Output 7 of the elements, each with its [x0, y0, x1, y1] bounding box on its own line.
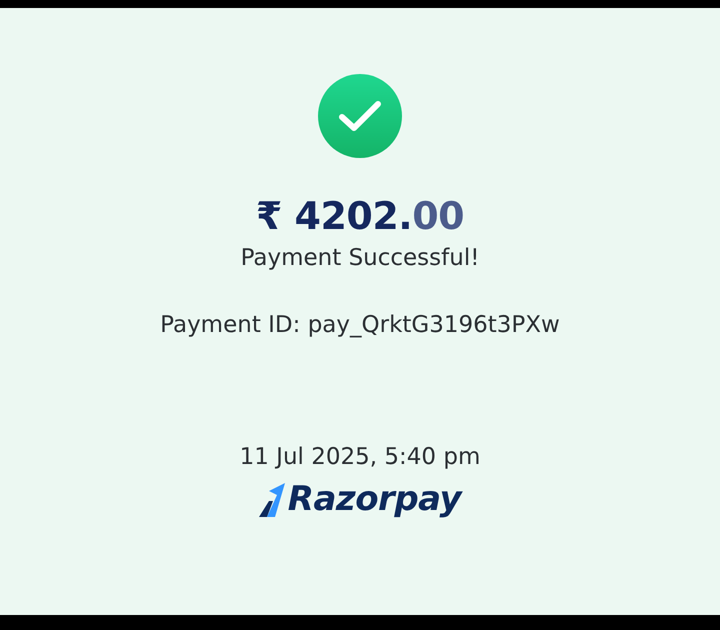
logo-icon — [258, 482, 287, 517]
payment-id-text: Payment ID: pay_QrktG3196t3PXw — [160, 311, 560, 340]
brand-text: Razorpay — [288, 481, 462, 519]
status-text: Payment Successful! — [240, 244, 480, 273]
amount-text: ₹ 4202.00 — [256, 194, 464, 240]
timestamp-text: 11 Jul 2025, 5:40 pm — [240, 443, 480, 472]
success-check-icon — [318, 74, 402, 158]
